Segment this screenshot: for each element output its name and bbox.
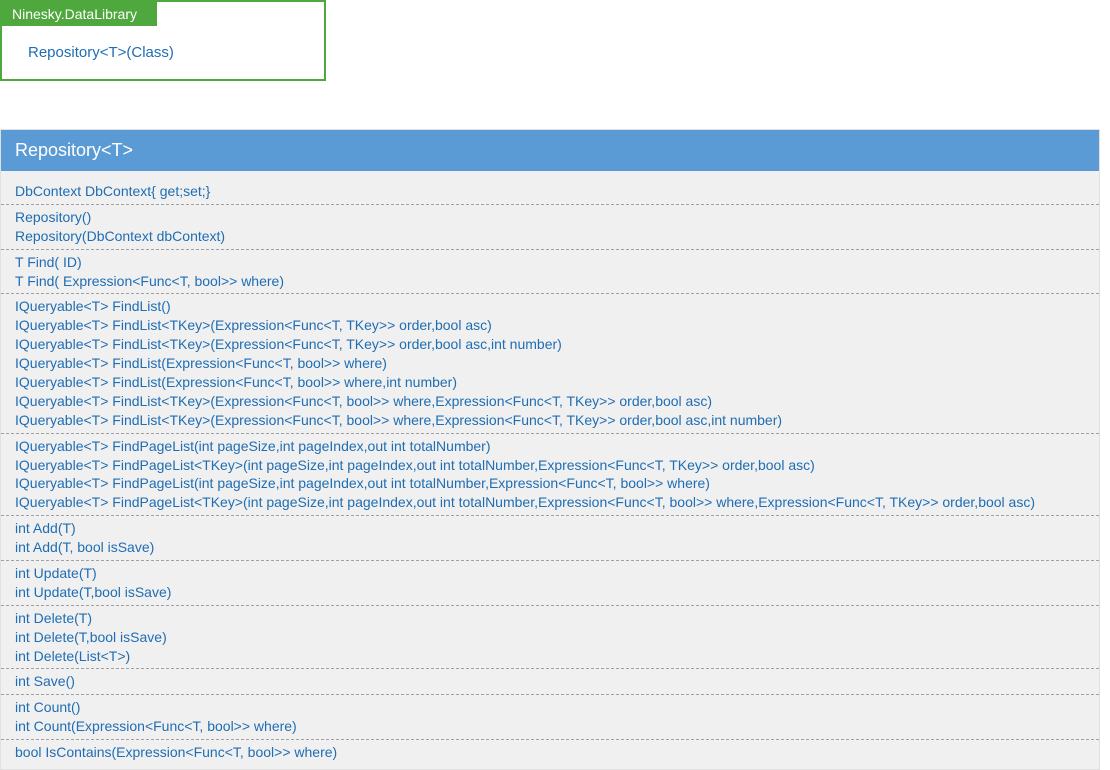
member-line: IQueryable<T> FindList(Expression<Func<T… xyxy=(15,373,1085,392)
member-line: bool IsContains(Expression<Func<T, bool>… xyxy=(15,743,1085,762)
member-group: IQueryable<T> FindPageList(int pageSize,… xyxy=(1,433,1099,516)
member-line: int Update(T) xyxy=(15,564,1085,583)
member-group: IQueryable<T> FindList()IQueryable<T> Fi… xyxy=(1,293,1099,432)
member-line: int Save() xyxy=(15,672,1085,691)
member-line: T Find( Expression<Func<T, bool>> where) xyxy=(15,272,1085,291)
member-line: IQueryable<T> FindList<TKey>(Expression<… xyxy=(15,335,1085,354)
class-title: Repository<T> xyxy=(15,140,133,160)
member-group: int Delete(T)int Delete(T,bool isSave)in… xyxy=(1,605,1099,669)
member-line: Repository(DbContext dbContext) xyxy=(15,227,1085,246)
class-detail-header: Repository<T> xyxy=(1,130,1099,171)
namespace-title: Ninesky.DataLibrary xyxy=(12,6,137,22)
member-line: int Delete(List<T>) xyxy=(15,647,1085,666)
member-line: int Add(T) xyxy=(15,519,1085,538)
member-group: T Find( ID)T Find( Expression<Func<T, bo… xyxy=(1,249,1099,294)
member-line: IQueryable<T> FindList() xyxy=(15,297,1085,316)
member-group: int Update(T)int Update(T,bool isSave) xyxy=(1,560,1099,605)
member-line: DbContext DbContext{ get;set;} xyxy=(15,182,1085,201)
member-group: int Count()int Count(Expression<Func<T, … xyxy=(1,694,1099,739)
member-line: T Find( ID) xyxy=(15,253,1085,272)
member-line: IQueryable<T> FindPageList(int pageSize,… xyxy=(15,474,1085,493)
member-line: int Count() xyxy=(15,698,1085,717)
namespace-body: Repository<T>(Class) xyxy=(2,26,324,79)
member-group: DbContext DbContext{ get;set;} xyxy=(1,179,1099,204)
member-line: IQueryable<T> FindList<TKey>(Expression<… xyxy=(15,392,1085,411)
member-line: IQueryable<T> FindList(Expression<Func<T… xyxy=(15,354,1085,373)
member-group: Repository()Repository(DbContext dbConte… xyxy=(1,204,1099,249)
class-body: DbContext DbContext{ get;set;} Repository… xyxy=(1,171,1099,769)
namespace-box: Ninesky.DataLibrary Repository<T>(Class) xyxy=(0,0,326,81)
member-line: IQueryable<T> FindList<TKey>(Expression<… xyxy=(15,411,1085,430)
member-line: IQueryable<T> FindPageList<TKey>(int pag… xyxy=(15,493,1085,512)
member-line: int Add(T, bool isSave) xyxy=(15,538,1085,557)
member-line: IQueryable<T> FindList<TKey>(Expression<… xyxy=(15,316,1085,335)
member-group: int Add(T)int Add(T, bool isSave) xyxy=(1,515,1099,560)
member-group: bool IsContains(Expression<Func<T, bool>… xyxy=(1,739,1099,765)
member-line: int Count(Expression<Func<T, bool>> wher… xyxy=(15,717,1085,736)
namespace-header: Ninesky.DataLibrary xyxy=(2,2,157,26)
member-line: IQueryable<T> FindPageList<TKey>(int pag… xyxy=(15,456,1085,475)
member-group: int Save() xyxy=(1,668,1099,694)
member-line: int Delete(T,bool isSave) xyxy=(15,628,1085,647)
namespace-class-link[interactable]: Repository<T>(Class) xyxy=(28,44,174,61)
class-detail-box: Repository<T> DbContext DbContext{ get;s… xyxy=(0,129,1100,770)
member-line: int Delete(T) xyxy=(15,609,1085,628)
member-line: Repository() xyxy=(15,208,1085,227)
member-line: IQueryable<T> FindPageList(int pageSize,… xyxy=(15,437,1085,456)
member-line: int Update(T,bool isSave) xyxy=(15,583,1085,602)
